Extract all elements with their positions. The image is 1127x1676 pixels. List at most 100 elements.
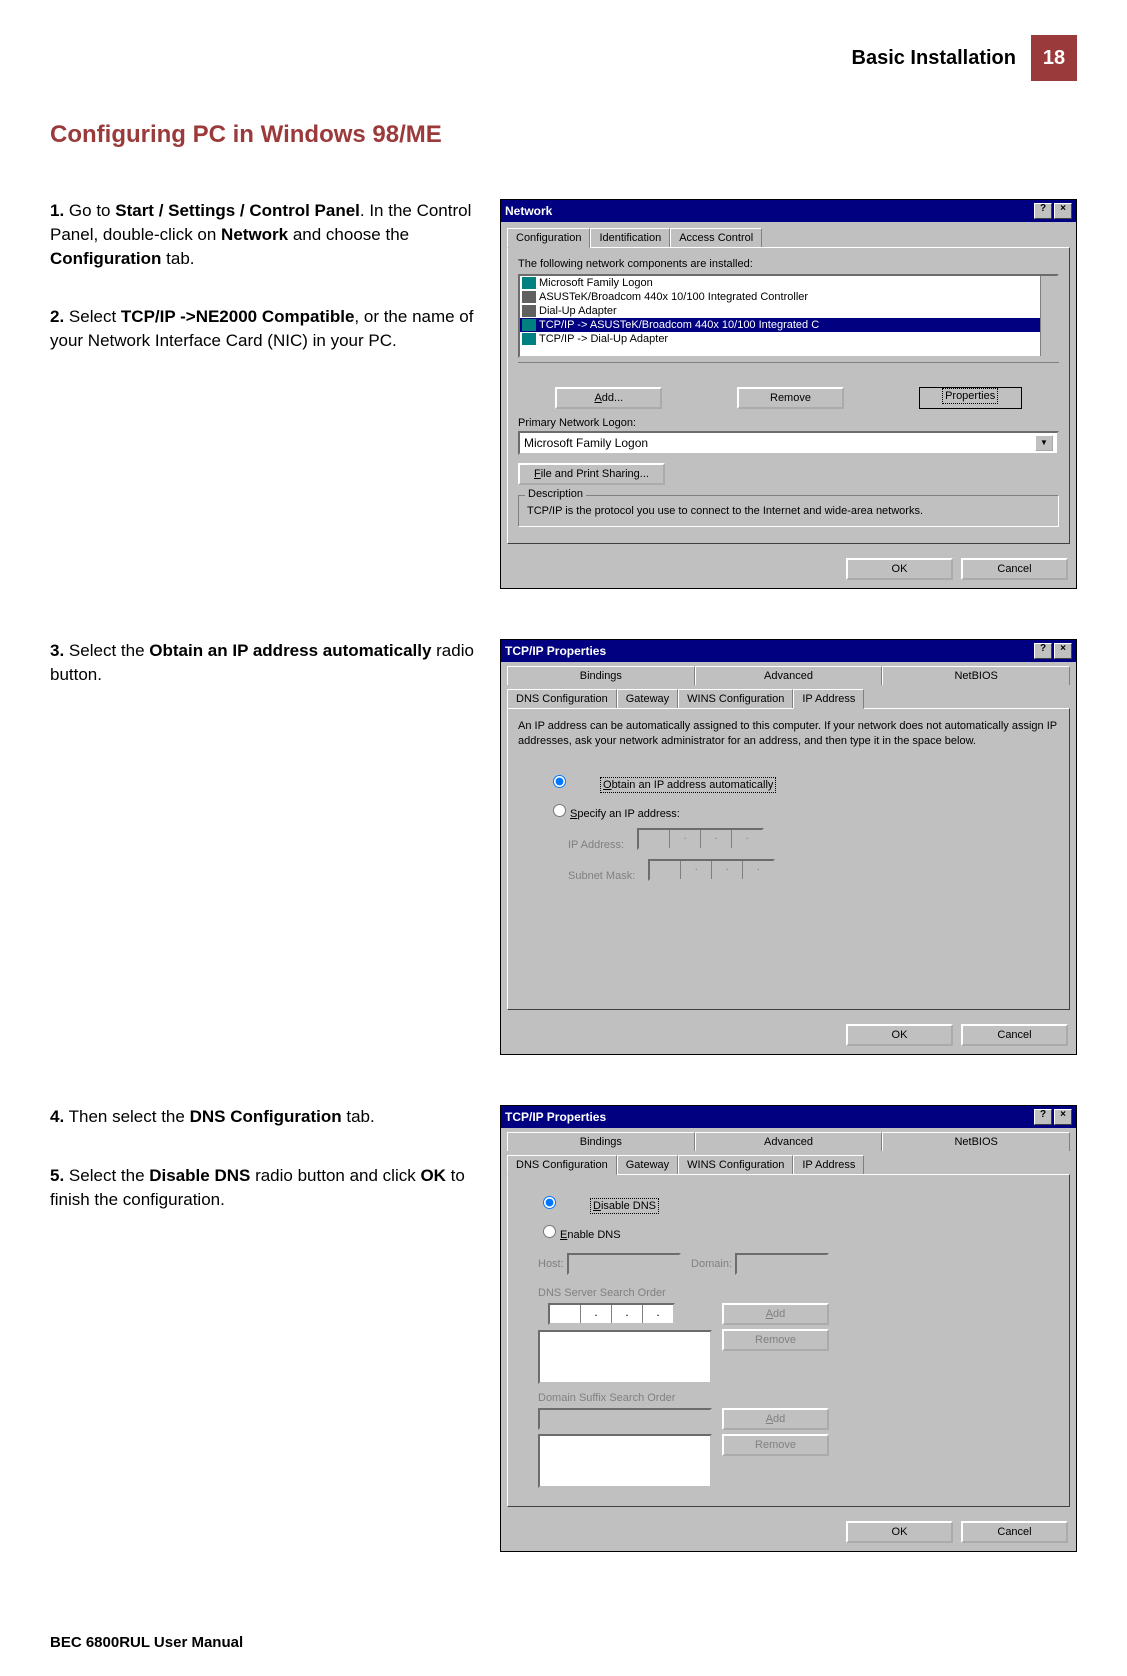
tcpip-ip-dialog: TCP/IP Properties ? × Bindings Advanced … [500, 639, 1077, 1055]
tab-dns-config[interactable]: DNS Configuration [507, 1155, 617, 1175]
step-text: Select the [69, 1166, 149, 1185]
step-bold: TCP/IP ->NE2000 Compatible [121, 307, 355, 326]
installed-label: The following network components are ins… [518, 258, 1059, 270]
tab-ip-address[interactable]: IP Address [793, 1155, 864, 1174]
remove-button[interactable]: Remove [737, 387, 844, 409]
suffix-remove-button: Remove [722, 1434, 829, 1456]
footer-text: BEC 6800RUL User Manual [50, 1634, 243, 1651]
domain-input [735, 1253, 829, 1275]
titlebar: TCP/IP Properties ? × [501, 640, 1076, 662]
close-icon[interactable]: × [1054, 643, 1072, 659]
dns-list [538, 1330, 712, 1384]
dns-ip-field: ... [548, 1303, 675, 1325]
section-heading: Configuring PC in Windows 98/ME [50, 121, 1077, 149]
step-bold: Start / Settings / Control Panel [115, 201, 360, 220]
step-bold: DNS Configuration [190, 1107, 342, 1126]
ok-button[interactable]: OK [846, 558, 953, 580]
list-item[interactable]: TCP/IP -> Dial-Up Adapter [520, 332, 1057, 346]
tab-bindings[interactable]: Bindings [507, 666, 695, 685]
ip-label: IP Address: [568, 839, 624, 851]
host-label: Host: [538, 1258, 564, 1270]
step-text: tab. [342, 1107, 375, 1126]
description-label: Description [525, 488, 586, 500]
suffix-add-button: Add [722, 1408, 829, 1430]
close-icon[interactable]: × [1054, 203, 1072, 219]
enable-dns-radio[interactable] [543, 1225, 556, 1238]
dns-order-label: DNS Server Search Order [538, 1287, 1059, 1299]
specify-ip-radio[interactable] [553, 804, 566, 817]
help-icon[interactable]: ? [1034, 643, 1052, 659]
step-num: 5. [50, 1166, 64, 1185]
ip-address-field: ... [637, 828, 764, 850]
disable-dns-radio[interactable] [543, 1196, 556, 1209]
list-item[interactable]: Dial-Up Adapter [520, 304, 1057, 318]
cancel-button[interactable]: Cancel [961, 1521, 1068, 1543]
step-bold: Network [221, 225, 288, 244]
list-item[interactable]: ASUSTeK/Broadcom 440x 10/100 Integrated … [520, 290, 1057, 304]
titlebar: Network ? × [501, 200, 1076, 222]
scrollbar[interactable] [1040, 276, 1057, 356]
obtain-ip-radio[interactable] [553, 775, 566, 788]
step-2: 2. Select TCP/IP ->NE2000 Compatible, or… [50, 305, 480, 353]
cancel-button[interactable]: Cancel [961, 1024, 1068, 1046]
file-print-sharing-button[interactable]: File and Print Sharing... [518, 463, 665, 485]
scrollbar-h[interactable] [518, 362, 1059, 379]
tab-access-control[interactable]: Access Control [670, 228, 762, 247]
subnet-mask-field: ... [648, 859, 775, 881]
dns-remove-button: Remove [722, 1329, 829, 1351]
mask-label: Subnet Mask: [568, 870, 635, 882]
step-bold: Configuration [50, 249, 161, 268]
step-text: Select [69, 307, 121, 326]
list-item[interactable]: Microsoft Family Logon [520, 276, 1057, 290]
step-num: 2. [50, 307, 64, 326]
domain-label: Domain: [691, 1258, 732, 1270]
help-icon[interactable]: ? [1034, 203, 1052, 219]
cancel-button[interactable]: Cancel [961, 558, 1068, 580]
tab-identification[interactable]: Identification [590, 228, 670, 247]
tab-gateway[interactable]: Gateway [617, 1155, 678, 1174]
step-num: 1. [50, 201, 64, 220]
step-text: Then select the [69, 1107, 190, 1126]
step-4: 4. Then select the DNS Configuration tab… [50, 1105, 480, 1129]
step-5: 5. Select the Disable DNS radio button a… [50, 1164, 480, 1212]
tab-dns-config[interactable]: DNS Configuration [507, 689, 617, 708]
tab-wins[interactable]: WINS Configuration [678, 1155, 793, 1174]
header-section: Basic Installation [852, 47, 1017, 70]
ok-button[interactable]: OK [846, 1521, 953, 1543]
add-button[interactable]: AAdd...dd... [555, 387, 662, 409]
tab-advanced[interactable]: Advanced [695, 1132, 883, 1151]
close-icon[interactable]: × [1054, 1109, 1072, 1125]
tab-gateway[interactable]: Gateway [617, 689, 678, 708]
list-item-selected[interactable]: TCP/IP -> ASUSTeK/Broadcom 440x 10/100 I… [520, 318, 1057, 332]
step-text: and choose the [288, 225, 409, 244]
chevron-down-icon[interactable]: ▼ [1035, 435, 1053, 451]
page-number: 18 [1031, 35, 1077, 81]
step-num: 4. [50, 1107, 64, 1126]
step-text: tab. [161, 249, 194, 268]
tab-configuration[interactable]: Configuration [507, 228, 590, 248]
tab-netbios[interactable]: NetBIOS [882, 666, 1070, 685]
tab-advanced[interactable]: Advanced [695, 666, 883, 685]
logon-label: Primary Network Logon: [518, 417, 1059, 429]
tab-netbios[interactable]: NetBIOS [882, 1132, 1070, 1151]
suffix-list [538, 1434, 712, 1488]
host-input [567, 1253, 681, 1275]
component-list[interactable]: Microsoft Family Logon ASUSTeK/Broadcom … [518, 274, 1059, 358]
tab-wins[interactable]: WINS Configuration [678, 689, 793, 708]
tab-ip-address[interactable]: IP Address [793, 689, 864, 709]
step-text: Select the [69, 641, 149, 660]
tcpip-dns-dialog: TCP/IP Properties ? × Bindings Advanced … [500, 1105, 1077, 1552]
suffix-label: Domain Suffix Search Order [538, 1392, 1059, 1404]
step-bold: Obtain an IP address automatically [149, 641, 431, 660]
ok-button[interactable]: OK [846, 1024, 953, 1046]
step-bold: OK [420, 1166, 446, 1185]
logon-dropdown[interactable]: Microsoft Family Logon ▼ [518, 431, 1059, 455]
properties-button[interactable]: Properties [919, 387, 1022, 409]
network-dialog: Network ? × Configuration Identification… [500, 199, 1077, 589]
dns-add-button: Add [722, 1303, 829, 1325]
step-bold: Disable DNS [149, 1166, 250, 1185]
step-text: radio button and click [250, 1166, 420, 1185]
help-icon[interactable]: ? [1034, 1109, 1052, 1125]
step-1: 1. Go to Start / Settings / Control Pane… [50, 199, 480, 270]
tab-bindings[interactable]: Bindings [507, 1132, 695, 1151]
